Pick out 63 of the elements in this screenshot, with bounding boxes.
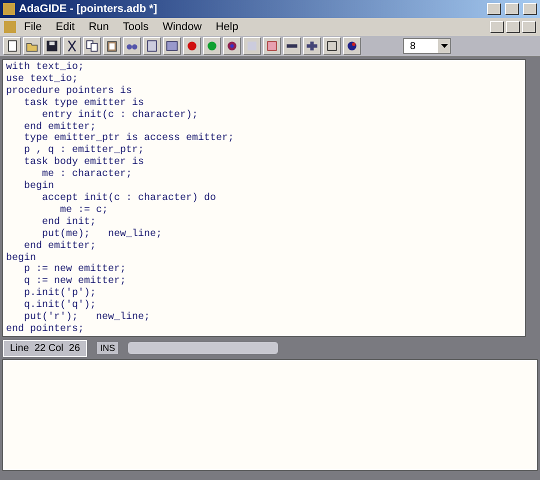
- code-line: begin: [6, 252, 38, 264]
- code-line: q.init('q');: [23, 300, 98, 312]
- code-line: p.init('p');: [23, 288, 98, 300]
- code-line: me : character;: [41, 169, 134, 180]
- toolbar-button[interactable]: [63, 37, 81, 55]
- toolbar-button[interactable]: [23, 37, 41, 55]
- code-line: entry init(c : character);: [41, 110, 200, 122]
- menu-item[interactable]: File: [18, 20, 48, 34]
- close-button[interactable]: [522, 21, 536, 33]
- copy-icon: [85, 39, 99, 53]
- code-line: type emitter_ptr is access emitter;: [23, 133, 236, 144]
- code-line: put(me); new_line;: [41, 228, 164, 240]
- code-line: p , q : emitter_ptr;: [23, 145, 146, 156]
- toolbar-button[interactable]: [123, 37, 141, 55]
- code-line: end init;: [41, 216, 98, 228]
- toolbar-button[interactable]: [283, 37, 301, 55]
- stop-icon: [185, 39, 199, 53]
- toolbar-button[interactable]: [303, 37, 321, 55]
- code-line: accept init(c : character) do: [41, 192, 218, 205]
- code-line: task body emitter is: [23, 157, 146, 168]
- maximize-button[interactable]: [505, 3, 519, 15]
- app-icon: [3, 3, 15, 15]
- code-line: with text_io;: [6, 62, 86, 74]
- code-line: me := c;: [59, 204, 110, 216]
- toolbar-button[interactable]: [3, 37, 21, 55]
- clipboard-icon: [105, 39, 119, 53]
- restore-button[interactable]: [506, 21, 520, 33]
- code-line: end pointers;: [6, 324, 86, 336]
- code-line: begin: [23, 181, 56, 193]
- size-dropdown[interactable]: 8: [403, 38, 451, 54]
- code-line: procedure pointers is: [6, 86, 134, 98]
- insert-mode: INS: [97, 342, 118, 354]
- menu-item[interactable]: Edit: [50, 20, 81, 34]
- code-editor[interactable]: [2, 59, 526, 337]
- menu-item[interactable]: Run: [82, 20, 115, 34]
- window-title: AdaGIDE - [pointers.adb *]: [19, 3, 158, 15]
- toolbar-button[interactable]: [43, 37, 61, 55]
- code-line: put('r'); new_line;: [23, 312, 152, 324]
- toolbar-button[interactable]: [263, 37, 281, 55]
- menu-item[interactable]: Help: [210, 20, 244, 34]
- code-line: p := new emitter;: [23, 264, 128, 276]
- bug-icon: [225, 39, 239, 53]
- code-line: end emitter;: [23, 240, 98, 252]
- page-icon: [5, 39, 19, 53]
- toolbar-button[interactable]: [343, 37, 361, 55]
- close-button[interactable]: [523, 3, 537, 15]
- code-line: use text_io;: [6, 74, 80, 86]
- cursor-position: Line 22 Col 26: [3, 340, 88, 356]
- scissors-icon: [65, 39, 79, 53]
- minimize-button[interactable]: [487, 3, 501, 15]
- code-line: task type emitter is: [23, 98, 146, 110]
- minimize-button[interactable]: [490, 21, 504, 33]
- toolbar-button[interactable]: [83, 37, 101, 55]
- code-line: q := new emitter;: [23, 276, 128, 288]
- toolbar-button[interactable]: [143, 37, 161, 55]
- menu-item[interactable]: Window: [156, 20, 208, 34]
- toolbar-button[interactable]: [323, 37, 341, 55]
- toolbar-button[interactable]: [103, 37, 121, 55]
- code-line: end emitter;: [23, 122, 96, 133]
- go-icon: [205, 39, 219, 53]
- menu-item[interactable]: Tools: [116, 20, 155, 34]
- toolbar-button[interactable]: [163, 37, 181, 55]
- toolbar-button[interactable]: [223, 37, 241, 55]
